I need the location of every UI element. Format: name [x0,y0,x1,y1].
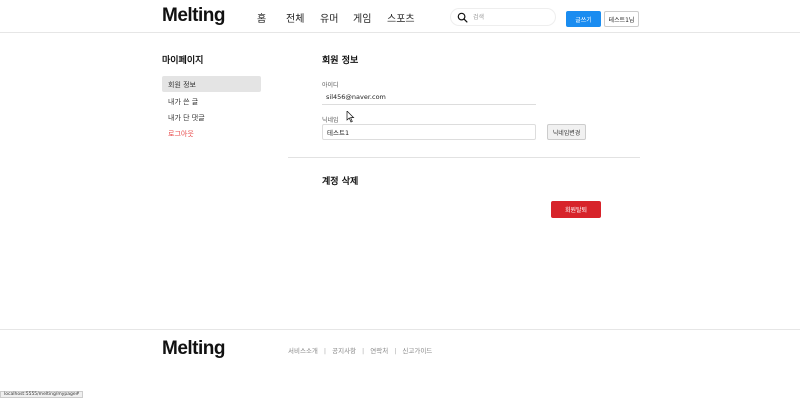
footer-link-report-guide[interactable]: 신고가이드 [402,347,432,355]
nav-all[interactable]: 전체 [286,10,304,25]
nickname-label: 닉네임 [322,117,339,124]
id-label: 아이디 [322,82,339,89]
sidebar-item-member-info[interactable]: 회원 정보 [162,76,261,92]
user-menu-button[interactable]: 테스트1님 [604,11,639,27]
withdraw-button[interactable]: 회원탈퇴 [551,201,601,218]
footer-separator: | [362,347,365,355]
change-nickname-button[interactable]: 닉네임변경 [547,124,586,140]
site-logo[interactable]: Melting [162,5,226,27]
sidebar-item-my-posts[interactable]: 내가 쓴 글 [162,93,261,109]
footer-link-contact[interactable]: 연락처 [370,347,388,355]
footer-link-notice[interactable]: 공지사항 [332,347,356,355]
search-input[interactable] [473,11,553,24]
nav-humor[interactable]: 유머 [320,10,338,25]
footer-separator: | [323,347,327,355]
nav-sports[interactable]: 스포츠 [387,10,415,25]
search-box[interactable] [450,8,556,26]
id-field[interactable] [322,89,536,105]
sidebar-item-my-comments[interactable]: 내가 단 댓글 [162,109,261,125]
browser-status-url: localhost:5555/melting/mypage# [0,391,84,398]
footer-logo[interactable]: Melting [162,338,226,360]
search-icon[interactable] [457,12,468,23]
mouse-cursor-icon [346,111,355,123]
sidebar-item-logout[interactable]: 로그아웃 [162,125,261,141]
nav-home[interactable]: 홈 [257,10,266,25]
account-delete-title: 계정 삭제 [322,177,359,187]
sidebar-title: 마이페이지 [162,56,204,66]
nav-game[interactable]: 게임 [353,10,371,25]
footer-link-about[interactable]: 서비스소개 [288,347,318,355]
footer-links: 서비스소개 | 공지사항 | 연락처 | 신고가이드 [288,345,432,355]
section-divider [288,157,640,158]
site-header: Melting 홈 전체 유머 게임 스포츠 글쓰기 테스트1님 [0,0,800,33]
write-button[interactable]: 글쓰기 [566,11,601,27]
member-info-title: 회원 정보 [322,56,359,66]
nickname-field[interactable] [322,124,536,140]
site-footer: Melting 서비스소개 | 공지사항 | 연락처 | 신고가이드 [0,329,800,398]
footer-separator: | [394,347,397,355]
